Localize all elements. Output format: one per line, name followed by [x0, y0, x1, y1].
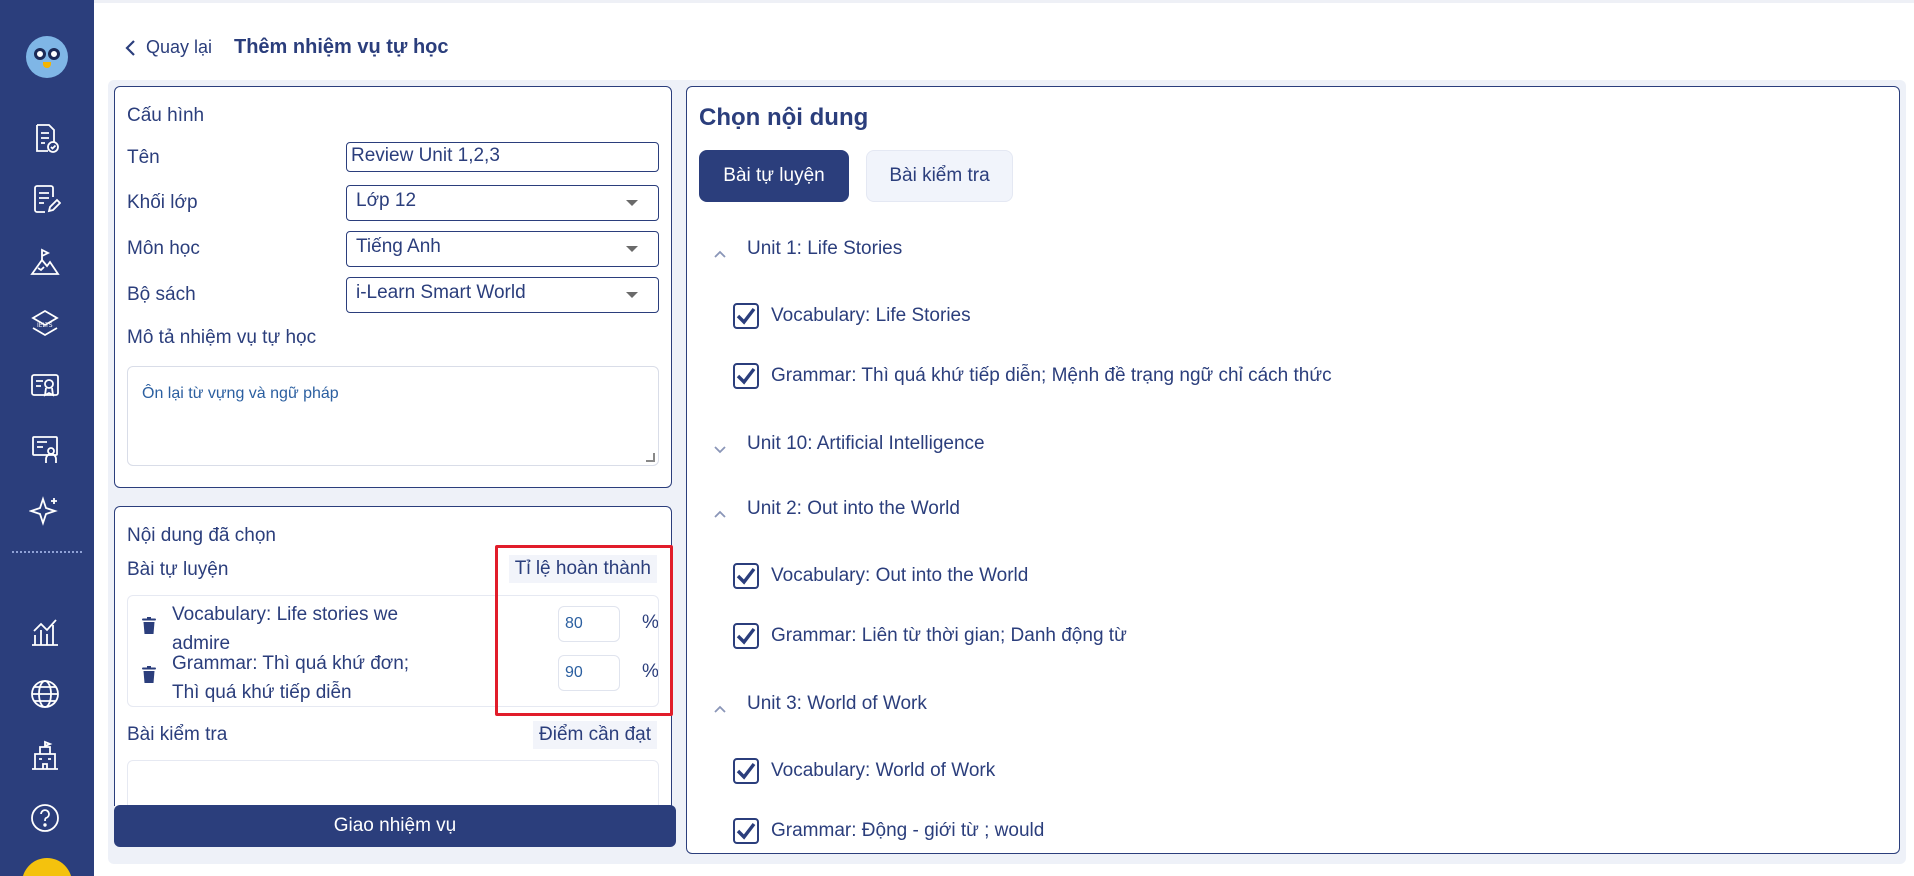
- chevron-down-icon: [626, 292, 638, 298]
- unit-header[interactable]: Unit 3: World of Work: [713, 693, 927, 715]
- tab-practice[interactable]: Bài tự luyện: [699, 150, 849, 202]
- chevron-up-icon: [713, 503, 726, 518]
- config-heading: Cấu hình: [127, 105, 205, 126]
- page-title: Thêm nhiệm vụ tự học: [234, 36, 449, 58]
- sidebar-divider: [12, 551, 82, 553]
- back-button[interactable]: Quay lại: [124, 37, 212, 58]
- chevron-down-icon: [626, 246, 638, 252]
- avatar[interactable]: [22, 858, 72, 876]
- svg-text:IELTS: IELTS: [37, 322, 53, 329]
- unit-title: Unit 10: Artificial Intelligence: [747, 433, 985, 454]
- grade-value: Lớp 12: [356, 190, 417, 211]
- target-score-header: Điểm cần đạt: [533, 721, 657, 749]
- unit-header[interactable]: Unit 2: Out into the World: [713, 498, 960, 520]
- book-value: i-Learn Smart World: [356, 282, 526, 303]
- checkbox-checked[interactable]: [733, 303, 759, 329]
- lesson-item[interactable]: Grammar: Liên từ thời gian; Danh động từ: [733, 623, 1127, 649]
- subject-label: Môn học: [127, 238, 200, 259]
- lesson-label: Grammar: Thì quá khứ tiếp diễn; Mệnh đề …: [771, 365, 1332, 386]
- sparkle-icon[interactable]: [27, 493, 63, 529]
- unit-title: Unit 3: World of Work: [747, 693, 927, 714]
- check-icon: [736, 822, 756, 840]
- chart-icon[interactable]: [27, 614, 63, 650]
- checkbox-checked[interactable]: [733, 758, 759, 784]
- resize-handle[interactable]: [646, 453, 655, 462]
- content-heading: Chọn nội dung: [699, 104, 869, 131]
- chevron-left-icon: [125, 39, 135, 56]
- chevron-up-icon: [713, 698, 726, 713]
- highlight-box: [495, 545, 673, 716]
- certificate-icon[interactable]: [27, 368, 63, 404]
- teacher-board-icon[interactable]: [27, 431, 63, 467]
- ielts-icon[interactable]: IELTS: [27, 306, 63, 342]
- config-panel: Cấu hình Tên Review Unit 1,2,3 Khối lớp …: [114, 86, 672, 488]
- mountain-flag-icon[interactable]: [27, 244, 63, 280]
- owl-logo[interactable]: [26, 36, 68, 78]
- checkbox-checked[interactable]: [733, 563, 759, 589]
- assignment-edit-icon[interactable]: [27, 181, 63, 217]
- assignment-check-icon[interactable]: [27, 120, 63, 156]
- lesson-label: Vocabulary: World of Work: [771, 760, 996, 781]
- assign-task-button[interactable]: Giao nhiệm vụ: [114, 805, 676, 847]
- selected-heading: Nội dung đã chọn: [127, 525, 276, 546]
- back-label: Quay lại: [146, 37, 213, 57]
- chevron-down-icon: [713, 438, 726, 454]
- name-value: Review Unit 1,2,3: [351, 145, 500, 166]
- check-icon: [736, 627, 756, 645]
- check-icon: [736, 367, 756, 385]
- header: Quay lại Thêm nhiệm vụ tự học: [94, 0, 1914, 80]
- check-icon: [736, 762, 756, 780]
- grade-label: Khối lớp: [127, 192, 198, 213]
- globe-icon[interactable]: [27, 676, 63, 712]
- book-select[interactable]: i-Learn Smart World: [346, 277, 659, 313]
- description-label: Mô tả nhiệm vụ tự học: [127, 327, 317, 348]
- name-field[interactable]: Review Unit 1,2,3: [346, 142, 659, 172]
- lesson-label: Grammar: Liên từ thời gian; Danh động từ: [771, 625, 1127, 646]
- chevron-up-icon: [713, 243, 726, 258]
- lesson-item[interactable]: Grammar: Động - giới từ ; would: [733, 818, 1044, 844]
- sidebar: IELTS: [0, 0, 94, 876]
- unit-header[interactable]: Unit 1: Life Stories: [713, 238, 902, 260]
- subject-select[interactable]: Tiếng Anh: [346, 231, 659, 267]
- name-label: Tên: [127, 147, 160, 168]
- lesson-item[interactable]: Vocabulary: Out into the World: [733, 563, 1028, 589]
- checkbox-checked[interactable]: [733, 818, 759, 844]
- subject-value: Tiếng Anh: [356, 236, 441, 257]
- unit-title: Unit 2: Out into the World: [747, 498, 960, 519]
- unit-title: Unit 1: Life Stories: [747, 238, 903, 259]
- selected-test-list[interactable]: [127, 760, 659, 806]
- checkbox-checked[interactable]: [733, 363, 759, 389]
- content-panel: Chọn nội dung Bài tự luyện Bài kiểm tra …: [686, 86, 1900, 854]
- tab-test[interactable]: Bài kiểm tra: [866, 150, 1013, 202]
- lesson-label: Grammar: Động - giới từ ; would: [771, 820, 1045, 841]
- book-label: Bộ sách: [127, 284, 196, 305]
- grade-select[interactable]: Lớp 12: [346, 185, 659, 221]
- unit-header[interactable]: Unit 10: Artificial Intelligence: [713, 433, 985, 455]
- lesson-label: Vocabulary: Out into the World: [771, 565, 1029, 586]
- checkbox-checked[interactable]: [733, 623, 759, 649]
- lesson-label: Vocabulary: Life Stories: [771, 305, 971, 326]
- lesson-item[interactable]: Vocabulary: Life Stories: [733, 303, 971, 329]
- trash-icon[interactable]: [142, 666, 156, 683]
- school-icon[interactable]: [27, 738, 63, 774]
- description-textarea[interactable]: Ôn lại từ vựng và ngữ pháp: [127, 366, 659, 466]
- lesson-item[interactable]: Vocabulary: World of Work: [733, 758, 995, 784]
- help-icon[interactable]: [27, 800, 63, 836]
- trash-icon[interactable]: [142, 617, 156, 634]
- check-icon: [736, 307, 756, 325]
- practice-label: Bài tự luyện: [127, 559, 229, 580]
- description-value: Ôn lại từ vựng và ngữ pháp: [142, 385, 339, 402]
- check-icon: [736, 567, 756, 585]
- item-name: Grammar: Thì quá khứ đơn; Thì quá khứ ti…: [172, 653, 410, 703]
- chevron-down-icon: [626, 200, 638, 206]
- lesson-item[interactable]: Grammar: Thì quá khứ tiếp diễn; Mệnh đề …: [733, 363, 1332, 389]
- test-label: Bài kiểm tra: [127, 724, 228, 745]
